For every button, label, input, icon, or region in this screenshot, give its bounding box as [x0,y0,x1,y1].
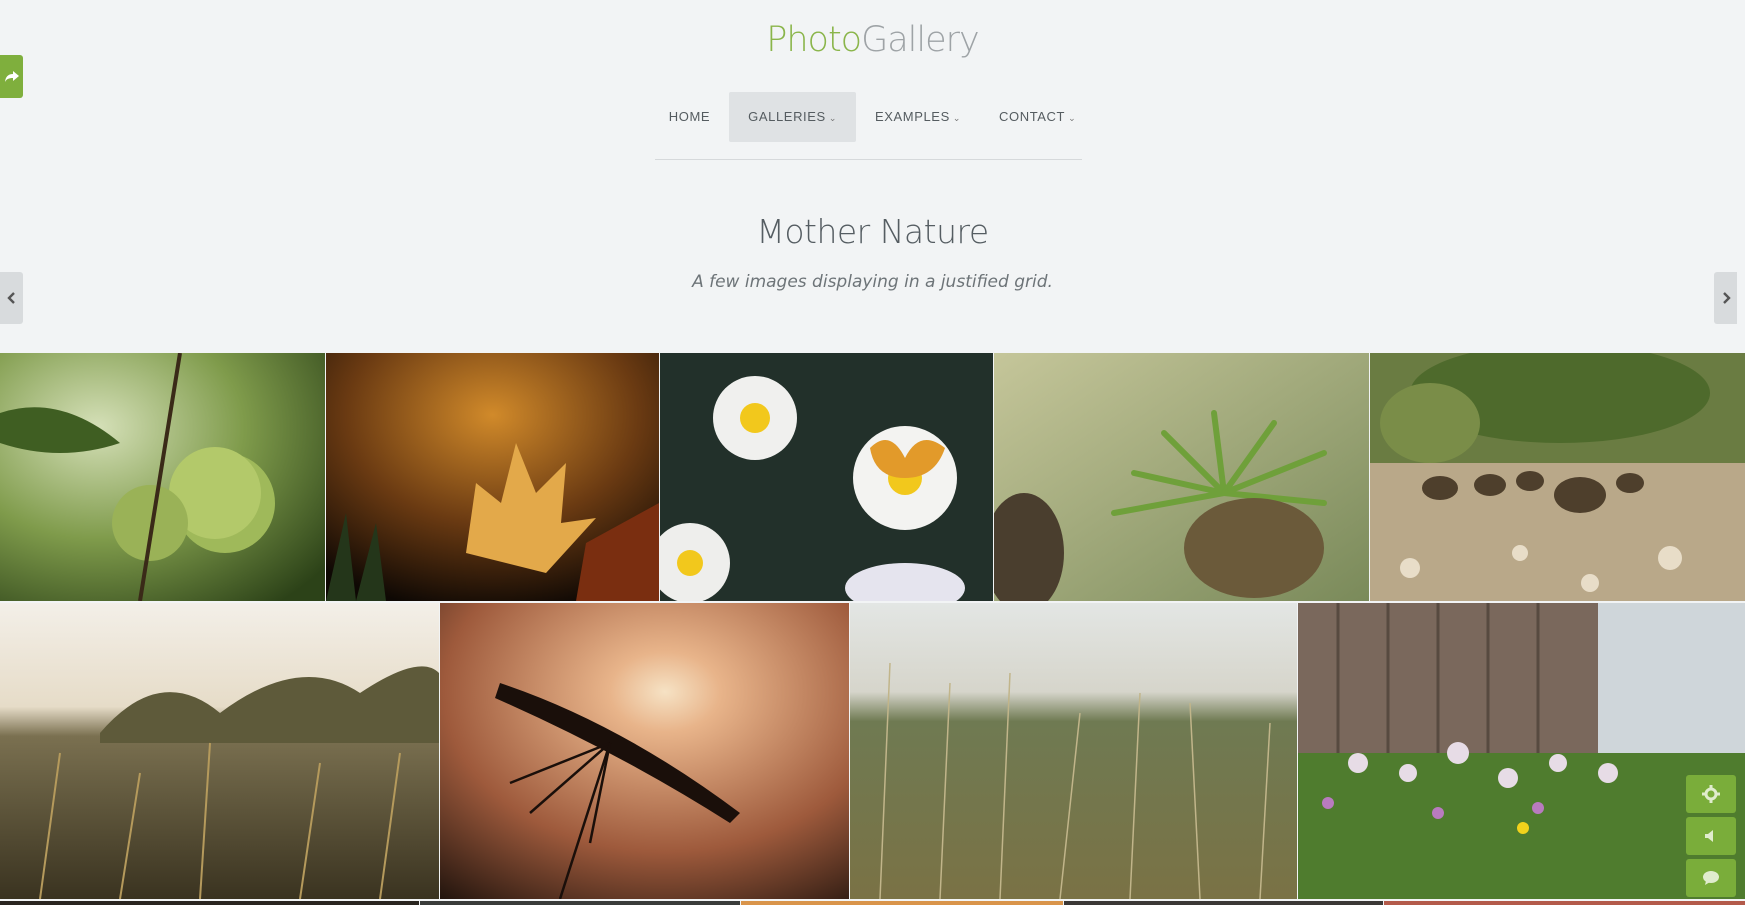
nav-item-label: CONTACT [999,109,1066,124]
page-title: Mother Nature [756,212,989,251]
gallery-image[interactable] [994,353,1369,601]
image-butterfly-daisy [660,353,993,601]
side-toolbar [1686,775,1736,901]
gallery-image[interactable] [1384,901,1745,905]
chevron-down-icon: ⌄ [828,113,837,123]
image-pine-cones-ground [1370,353,1745,601]
nav-item-home[interactable]: HOME [650,92,729,142]
image-pine-branch [994,353,1369,601]
gallery-image[interactable] [850,603,1297,899]
image-flowers-wooden-wall [1298,603,1745,899]
gallery-image[interactable] [1064,901,1383,905]
page-subtitle: A few images displaying in a justified g… [692,272,1053,292]
gallery-image[interactable] [1298,603,1745,899]
nav-item-label: EXAMPLES [874,109,950,124]
nav-item-galleries[interactable]: GALLERIES ⌄ [729,92,856,142]
chevron-right-icon[interactable] [1714,272,1737,324]
speaker-icon[interactable] [1686,817,1736,855]
site-logo[interactable]: PhotoGallery [0,20,1745,60]
gallery-image[interactable] [0,603,439,899]
nav-item-label: HOME [668,109,711,124]
chevron-down-icon: ⌄ [1068,113,1077,123]
image-tall-grass [850,603,1297,899]
gallery-image[interactable] [0,901,419,905]
gear-icon[interactable] [1686,775,1736,813]
chevron-left-icon[interactable] [0,272,23,324]
image-sunset-silhouette [440,603,849,899]
logo-part-gallery: Gallery [861,20,980,60]
gallery-image[interactable] [741,901,1063,905]
gallery-image[interactable] [420,901,740,905]
gallery-image[interactable] [0,353,325,601]
nav-divider [655,159,1082,160]
gallery-image[interactable] [326,353,659,601]
image-autumn-leaf [326,353,659,601]
nav-item-contact[interactable]: CONTACT ⌄ [980,92,1095,142]
image-sunlit-field [0,603,439,899]
image-apples [0,353,325,601]
logo-part-photo: Photo [766,20,862,60]
gallery-image[interactable] [1370,353,1745,601]
chat-bubble-icon[interactable] [1686,859,1736,897]
main-nav: HOME GALLERIES ⌄ EXAMPLES ⌄ CONTACT ⌄ [0,92,1745,142]
nav-item-label: GALLERIES [748,109,826,124]
gallery-image[interactable] [660,353,993,601]
gallery-image[interactable] [440,603,849,899]
nav-item-examples[interactable]: EXAMPLES ⌄ [856,92,980,142]
share-icon[interactable] [0,55,23,98]
chevron-down-icon: ⌄ [952,113,962,123]
